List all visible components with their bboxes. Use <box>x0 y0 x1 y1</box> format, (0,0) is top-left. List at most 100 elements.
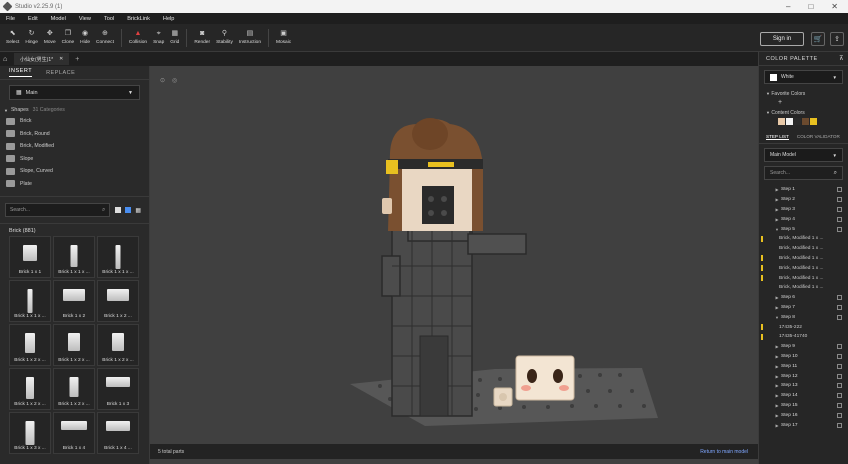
brick-part-item[interactable]: Brick 1 x 3 <box>97 368 139 410</box>
shape-category-item[interactable]: Brick, Modified <box>0 140 149 153</box>
step-checkbox[interactable] <box>837 187 842 193</box>
step-search-input[interactable]: Search... ⌕ <box>764 166 843 180</box>
brick-part-item[interactable]: Brick 1 x 2 x ... <box>53 368 95 410</box>
step-item[interactable]: ▼ Step 8 <box>759 312 848 322</box>
step-checkbox[interactable] <box>837 226 842 232</box>
menu-tool[interactable]: Tool <box>104 16 114 22</box>
chevron-down-icon[interactable]: ▼ <box>773 315 781 320</box>
view-color-icon[interactable] <box>125 207 132 213</box>
step-part-item[interactable]: Brick, Modified 1 x ... <box>759 234 848 244</box>
shape-category-item[interactable]: Slope, Curved <box>0 165 149 178</box>
viewport-nav-icon[interactable]: ⊙ <box>160 77 165 84</box>
step-checkbox[interactable] <box>837 304 842 310</box>
step-checkbox[interactable] <box>837 422 842 428</box>
step-item[interactable]: ▼ Step 5 <box>759 224 848 234</box>
view-swatch-icon[interactable] <box>115 207 122 213</box>
brick-part-item[interactable]: Brick 1 x 2 ... <box>97 280 139 322</box>
new-tab-icon[interactable]: + <box>75 56 79 63</box>
minimize-icon[interactable]: – <box>786 2 790 11</box>
favorite-colors-header[interactable]: ▼ Favorite Colors <box>759 88 848 98</box>
step-item[interactable]: ▶ Step 3 <box>759 205 848 215</box>
step-checkbox[interactable] <box>837 314 842 320</box>
part-search-input[interactable]: Search... ⌕ <box>5 203 111 217</box>
chevron-down-icon[interactable]: ▼ <box>773 227 781 232</box>
brick-part-item[interactable]: Brick 1 x 4 ... <box>97 412 139 454</box>
brick-part-item[interactable]: Brick 1 x 2 x ... <box>53 324 95 366</box>
menu-edit[interactable]: Edit <box>28 16 38 22</box>
menu-file[interactable]: File <box>6 16 15 22</box>
brick-part-item[interactable]: Brick 1 x 4 <box>53 412 95 454</box>
step-checkbox[interactable] <box>837 197 842 203</box>
chevron-right-icon[interactable]: ▶ <box>773 217 781 222</box>
maximize-icon[interactable]: □ <box>808 2 813 11</box>
brick-part-item[interactable]: Brick 1 x 1 x ... <box>53 236 95 278</box>
chevron-right-icon[interactable]: ▶ <box>773 413 781 418</box>
tool-move-button[interactable]: ✥ Move <box>41 25 59 51</box>
tab-insert[interactable]: INSERT <box>9 68 33 77</box>
pin-icon[interactable]: ⊼ <box>839 55 844 62</box>
step-checkbox[interactable] <box>837 344 842 350</box>
3d-viewport[interactable]: ⊙ ◎ <box>150 66 758 464</box>
step-item[interactable]: ▶ Step 11 <box>759 361 848 371</box>
step-part-item[interactable]: Brick, Modified 1 x ... <box>759 254 848 264</box>
brick-part-item[interactable]: Brick 1 x 3 x ... <box>9 412 51 454</box>
chevron-right-icon[interactable]: ▶ <box>773 305 781 310</box>
menu-help[interactable]: Help <box>163 16 175 22</box>
step-checkbox[interactable] <box>837 216 842 222</box>
brick-part-item[interactable]: Brick 1 x 1 x ... <box>97 236 139 278</box>
chevron-right-icon[interactable]: ▶ <box>773 364 781 369</box>
step-part-item[interactable]: 17435-222 <box>759 322 848 332</box>
step-item[interactable]: ▶ Step 10 <box>759 352 848 362</box>
upload-icon[interactable]: ⇪ <box>830 32 844 46</box>
sign-in-button[interactable]: Sign in <box>760 32 804 46</box>
content-color-chip[interactable] <box>810 118 817 125</box>
shape-category-item[interactable]: Brick, Round <box>0 128 149 141</box>
home-icon[interactable]: ⌂ <box>3 56 7 63</box>
chevron-right-icon[interactable]: ▶ <box>773 187 781 192</box>
grid-view-icon[interactable]: ▦ <box>135 207 141 214</box>
shapes-header[interactable]: ▼ Shapes 31 Categories <box>0 105 149 115</box>
chevron-right-icon[interactable]: ▶ <box>773 354 781 359</box>
chevron-right-icon[interactable]: ▶ <box>773 207 781 212</box>
chevron-right-icon[interactable]: ▶ <box>773 393 781 398</box>
step-item[interactable]: ▶ Step 2 <box>759 195 848 205</box>
step-item[interactable]: ▶ Step 12 <box>759 371 848 381</box>
color-select[interactable]: White ▼ <box>764 70 843 84</box>
tab-close-icon[interactable]: ✕ <box>59 56 63 62</box>
cart-icon[interactable]: 🛒 <box>811 32 825 46</box>
step-part-item[interactable]: Brick, Modified 1 x ... <box>759 283 848 293</box>
content-colors-header[interactable]: ▼ Content Colors <box>759 107 848 117</box>
brick-part-item[interactable]: Brick 1 x 2 x ... <box>9 368 51 410</box>
brick-part-item[interactable]: Brick 1 x 2 x ... <box>9 324 51 366</box>
step-checkbox[interactable] <box>837 393 842 399</box>
menu-view[interactable]: View <box>79 16 91 22</box>
step-checkbox[interactable] <box>837 353 842 359</box>
step-part-item[interactable]: Brick, Modified 1 x ... <box>759 273 848 283</box>
tool-hinge-button[interactable]: ↻ Hinge <box>22 25 41 51</box>
tool-render-button[interactable]: ◙ Render <box>191 25 213 51</box>
chevron-right-icon[interactable]: ▶ <box>773 344 781 349</box>
add-favorite-icon[interactable]: + <box>759 98 848 107</box>
step-checkbox[interactable] <box>837 412 842 418</box>
step-checkbox[interactable] <box>837 295 842 301</box>
chevron-right-icon[interactable]: ▶ <box>773 295 781 300</box>
step-item[interactable]: ▶ Step 7 <box>759 303 848 313</box>
tab-document[interactable]: 小仙女(男生)1* ✕ <box>14 53 70 65</box>
step-checkbox[interactable] <box>837 402 842 408</box>
step-checkbox[interactable] <box>837 373 842 379</box>
tool-select-button[interactable]: ⬉ Select <box>3 25 22 51</box>
step-item[interactable]: ▶ Step 4 <box>759 214 848 224</box>
step-item[interactable]: ▶ Step 14 <box>759 391 848 401</box>
content-color-chip[interactable] <box>794 118 801 125</box>
content-color-chip[interactable] <box>802 118 809 125</box>
tool-clone-button[interactable]: ❐ Clone <box>59 25 78 51</box>
content-color-chip[interactable] <box>786 118 793 125</box>
step-item[interactable]: ▶ Step 15 <box>759 401 848 411</box>
tool-snap-button[interactable]: ⌖ Snap <box>150 25 167 51</box>
tool-mosaic-button[interactable]: ▣ Mosaic <box>273 25 294 51</box>
chevron-right-icon[interactable]: ▶ <box>773 423 781 428</box>
step-part-item[interactable]: Brick, Modified 1 x ... <box>759 263 848 273</box>
shape-category-item[interactable]: Slope <box>0 153 149 166</box>
content-color-chip[interactable] <box>778 118 785 125</box>
step-part-item[interactable]: 17435-41740 <box>759 332 848 342</box>
